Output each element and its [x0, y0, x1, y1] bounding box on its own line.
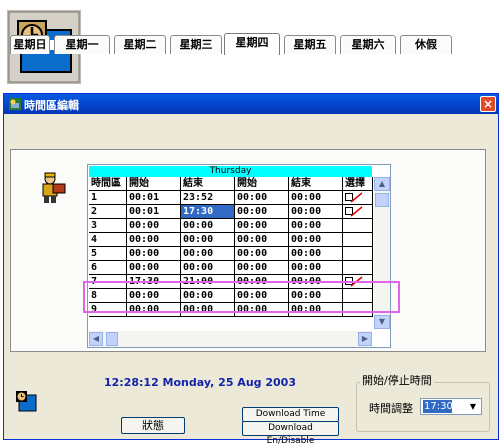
time-cell[interactable]: 00:00 [235, 219, 289, 233]
title-bar[interactable]: 時間區編輯 × [4, 94, 498, 114]
worker-icon [42, 172, 66, 203]
time-cell[interactable]: 00:00 [181, 247, 235, 261]
time-adjust-value: 17:30 [423, 400, 453, 413]
time-cell[interactable]: 00:00 [289, 261, 343, 275]
select-cell[interactable] [343, 191, 373, 205]
zone-number-cell: 4 [89, 233, 127, 247]
time-cell[interactable]: 00:00 [289, 233, 343, 247]
tab-holiday[interactable]: 休假 [400, 35, 452, 54]
clock-folder-icon [16, 391, 37, 412]
select-cell[interactable] [343, 261, 373, 275]
select-cell[interactable] [343, 247, 373, 261]
column-header[interactable]: 開始 [235, 177, 289, 191]
time-cell[interactable]: 00:00 [289, 191, 343, 205]
tab-saturday[interactable]: 星期六 [340, 35, 396, 54]
tab-friday[interactable]: 星期五 [284, 35, 336, 54]
time-cell[interactable]: 00:00 [127, 219, 181, 233]
zone-number-cell: 2 [89, 205, 127, 219]
window-title: 時間區編輯 [24, 99, 79, 112]
scroll-down-icon[interactable]: ▼ [374, 315, 390, 329]
tab-tuesday[interactable]: 星期二 [114, 35, 166, 54]
select-cell[interactable] [343, 233, 373, 247]
chevron-down-icon[interactable]: ▼ [466, 400, 480, 413]
download-timezone-button[interactable]: Download Time Zone [242, 407, 339, 432]
time-cell[interactable]: 00:00 [127, 233, 181, 247]
scroll-thumb[interactable] [375, 193, 389, 207]
time-cell[interactable]: 00:00 [127, 261, 181, 275]
time-cell[interactable]: 00:00 [235, 261, 289, 275]
download-endisable-button[interactable]: Download En/Disable [242, 421, 339, 446]
column-header[interactable]: 結束 [289, 177, 343, 191]
time-adjust-select[interactable]: 17:30 ▼ [420, 398, 482, 415]
current-datetime: 12:28:12 Monday, 25 Aug 2003 [104, 376, 296, 389]
time-cell[interactable]: 00:00 [289, 219, 343, 233]
time-cell[interactable]: 00:00 [289, 205, 343, 219]
tab-thursday[interactable]: 星期四 [224, 33, 280, 55]
column-header[interactable]: 開始 [127, 177, 181, 191]
time-cell[interactable]: 00:01 [127, 191, 181, 205]
scroll-left-icon[interactable]: ◀ [89, 332, 103, 346]
edit-pencil-icon[interactable] [345, 192, 363, 203]
time-cell[interactable]: 00:00 [235, 191, 289, 205]
status-button[interactable]: 狀態 [121, 417, 185, 434]
close-button[interactable]: × [480, 96, 496, 112]
group-title: 開始/停止時間 [360, 372, 434, 388]
column-header[interactable]: 選擇 [343, 177, 373, 191]
edit-pencil-icon[interactable] [345, 206, 363, 217]
day-header: Thursday [89, 166, 372, 177]
time-adjust-label: 時間調整 [369, 402, 413, 415]
time-cell[interactable]: 17:30 [181, 205, 235, 219]
time-cell[interactable]: 00:00 [235, 247, 289, 261]
window-app-icon [9, 98, 21, 110]
highlight-annotation-box [83, 281, 400, 313]
select-cell[interactable] [343, 205, 373, 219]
weekday-tabs: 星期日 星期一 星期二 星期三 星期四 星期五 星期六 休假 [10, 33, 486, 57]
tab-monday[interactable]: 星期一 [54, 35, 110, 54]
zone-number-cell: 6 [89, 261, 127, 275]
zone-number-cell: 5 [89, 247, 127, 261]
hscroll-thumb[interactable] [106, 332, 118, 346]
time-cell[interactable]: 23:52 [181, 191, 235, 205]
zone-number-cell: 3 [89, 219, 127, 233]
time-cell[interactable]: 00:00 [181, 219, 235, 233]
horizontal-scrollbar[interactable]: ◀ ▶ [89, 331, 372, 347]
time-cell[interactable]: 00:00 [127, 247, 181, 261]
column-header[interactable]: 結束 [181, 177, 235, 191]
tab-sunday[interactable]: 星期日 [10, 35, 50, 54]
time-cell[interactable]: 00:01 [127, 205, 181, 219]
time-cell[interactable]: 00:00 [235, 205, 289, 219]
time-cell[interactable]: 00:00 [289, 247, 343, 261]
select-cell[interactable] [343, 219, 373, 233]
tab-wednesday[interactable]: 星期三 [170, 35, 222, 54]
timezone-grid[interactable]: Thursday 時間區 開始 結束 開始 結束 選擇 1 00:01 23:52 00:00 00… [87, 164, 391, 348]
zone-number-cell: 1 [89, 191, 127, 205]
time-cell[interactable]: 00:00 [181, 233, 235, 247]
column-header[interactable]: 時間區 [89, 177, 127, 191]
time-cell[interactable]: 00:00 [235, 233, 289, 247]
scroll-up-icon[interactable]: ▲ [374, 177, 390, 191]
time-cell[interactable]: 00:00 [181, 261, 235, 275]
scroll-right-icon[interactable]: ▶ [358, 332, 372, 346]
